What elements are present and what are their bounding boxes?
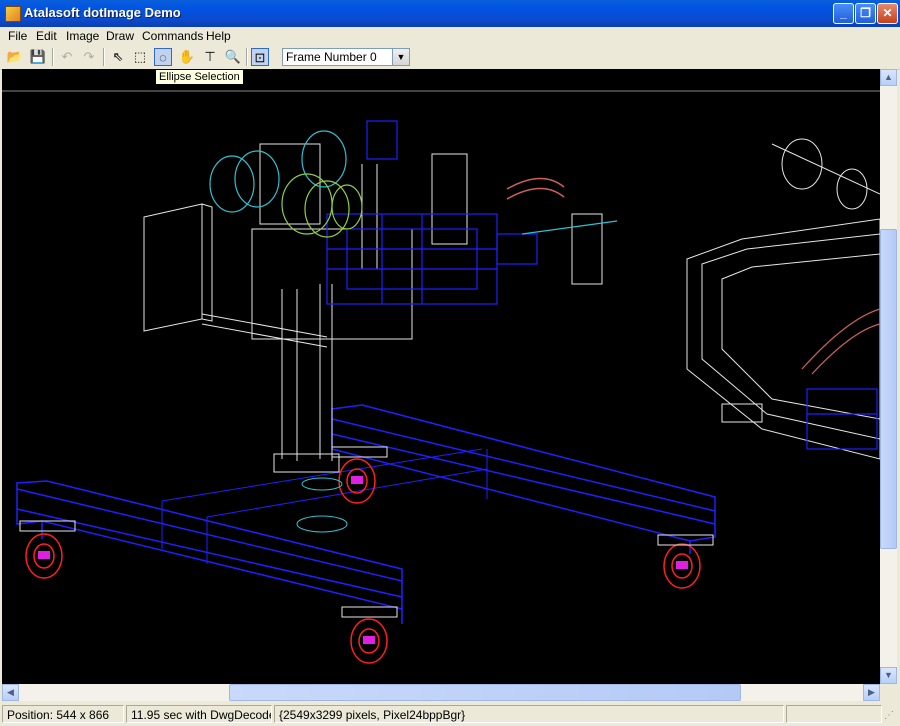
minimize-icon: _ — [840, 6, 847, 20]
rectangle-selection-icon[interactable]: ⬚ — [131, 48, 149, 66]
zoom-icon[interactable]: 🔍 — [224, 48, 242, 66]
wheels — [25, 458, 701, 664]
scroll-left-icon[interactable]: ◀ — [2, 684, 19, 701]
right-machine-parts — [806, 388, 878, 450]
toolbar-separator — [246, 48, 248, 66]
right-rail — [331, 404, 716, 554]
menu-edit[interactable]: Edit — [34, 28, 59, 44]
restore-icon: ❐ — [860, 6, 871, 20]
horizontal-scrollbar[interactable]: ◀ ▶ — [2, 684, 880, 701]
coupling — [281, 173, 363, 238]
menu-bar: File Edit Image Draw Commands Help — [0, 27, 900, 45]
app-window: Atalasoft dotImage Demo _ ❐ ✕ File Edit … — [0, 0, 900, 726]
zoom-area-icon[interactable]: ⊡ — [251, 48, 269, 66]
right-machine-handle — [801, 308, 880, 375]
menu-help[interactable]: Help — [204, 28, 233, 44]
window-title: Atalasoft dotImage Demo — [24, 5, 181, 20]
handle — [506, 177, 565, 200]
menu-file[interactable]: File — [6, 28, 29, 44]
status-bar: Position: 544 x 866 11.95 sec with DwgDe… — [0, 702, 900, 726]
minimize-button[interactable]: _ — [833, 3, 854, 24]
close-icon: ✕ — [882, 6, 893, 20]
frame-number-value: Frame Number 0 — [286, 50, 377, 64]
vertical-scrollbar[interactable]: ▲ ▼ — [880, 69, 897, 684]
horizontal-scroll-thumb[interactable] — [229, 684, 741, 701]
status-extra — [786, 705, 882, 723]
toolbar-separator — [103, 48, 105, 66]
caster-plates — [19, 446, 714, 618]
app-icon — [5, 6, 21, 22]
title-bar[interactable]: Atalasoft dotImage Demo _ ❐ ✕ — [0, 0, 900, 27]
status-image-info: {2549x3299 pixels, Pixel24bppBgr} — [274, 705, 784, 723]
left-rail — [16, 480, 403, 624]
status-timing: 11.95 sec with DwgDecoder — [126, 705, 272, 723]
image-viewer[interactable] — [2, 69, 880, 684]
close-button[interactable]: ✕ — [877, 3, 898, 24]
vertical-scroll-thumb[interactable] — [880, 229, 897, 549]
resize-grip-icon[interactable]: ⋰ — [884, 710, 898, 724]
base-frame — [161, 448, 488, 564]
pointer-icon[interactable]: ⇖ — [109, 48, 127, 66]
undo-icon[interactable]: ↶ — [58, 48, 76, 66]
pan-hand-icon[interactable]: ✋ — [178, 48, 196, 66]
upper-assembly — [143, 143, 603, 348]
menu-draw[interactable]: Draw — [104, 28, 136, 44]
open-folder-icon[interactable]: 📂 — [6, 48, 24, 66]
magnifier-icon[interactable]: ⊤ — [201, 48, 219, 66]
scroll-up-icon[interactable]: ▲ — [880, 69, 897, 86]
scroll-down-icon[interactable]: ▼ — [880, 667, 897, 684]
toolbar: 📂 💾 ↶ ↷ ⇖ ⬚ ◌ ✋ ⊤ 🔍 ⊡ — [0, 45, 900, 70]
toolbar-separator — [52, 48, 54, 66]
scroll-right-icon[interactable]: ▶ — [863, 684, 880, 701]
ellipse-selection-icon[interactable]: ◌ — [154, 48, 172, 66]
redo-icon[interactable]: ↷ — [80, 48, 98, 66]
chevron-down-icon[interactable]: ▼ — [392, 49, 409, 65]
right-machine — [686, 138, 880, 460]
menu-image[interactable]: Image — [64, 28, 101, 44]
save-icon[interactable]: 💾 — [29, 48, 47, 66]
restore-button[interactable]: ❐ — [855, 3, 876, 24]
tooltip: Ellipse Selection — [155, 69, 244, 85]
status-position: Position: 544 x 866 — [2, 705, 124, 723]
menu-commands[interactable]: Commands — [140, 28, 205, 44]
cad-drawing — [2, 90, 880, 664]
frame-number-select[interactable]: Frame Number 0 ▼ — [282, 48, 410, 66]
